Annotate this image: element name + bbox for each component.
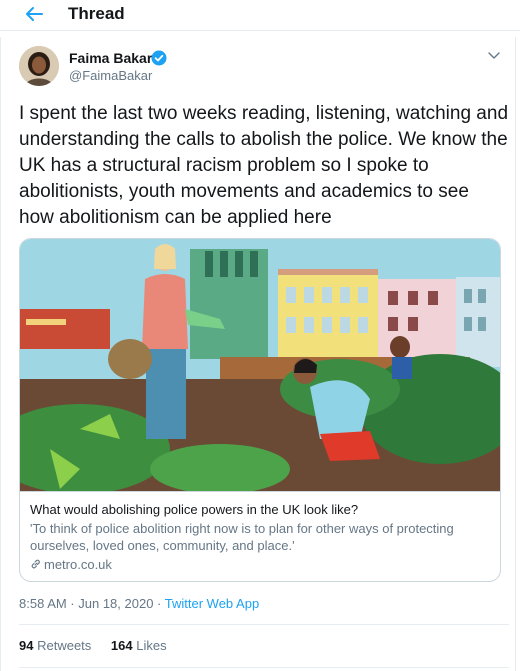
likes-label: Likes xyxy=(136,638,167,653)
link-icon xyxy=(31,559,40,569)
meta-separator: · xyxy=(153,596,165,611)
card-description: 'To think of police abolition right now … xyxy=(30,521,454,553)
divider xyxy=(19,667,509,668)
card-title: What would abolishing police powers in t… xyxy=(30,502,359,517)
author-name[interactable]: Faima Bakar xyxy=(69,49,152,67)
page: Thread Faima Bakar @FaimaBakar I spent t… xyxy=(0,0,520,671)
retweets-label: Retweets xyxy=(37,638,92,653)
avatar[interactable] xyxy=(19,46,59,86)
tweet: Faima Bakar @FaimaBakar I spent the last… xyxy=(0,37,516,671)
author-handle[interactable]: @FaimaBakar xyxy=(69,67,152,85)
divider xyxy=(19,624,509,625)
tweet-text: I spent the last two weeks reading, list… xyxy=(19,103,509,228)
page-title: Thread xyxy=(68,4,125,23)
likes-count: 164 xyxy=(110,638,133,653)
verified-badge-icon xyxy=(151,50,167,66)
retweets-count: 94 xyxy=(19,638,34,653)
tweet-timestamp[interactable]: 8:58 AM · Jun 18, 2020 xyxy=(19,596,153,611)
tweet-meta: 8:58 AM · Jun 18, 2020 · Twitter Web App xyxy=(19,595,259,613)
tweet-source[interactable]: Twitter Web App xyxy=(165,596,259,611)
link-card[interactable]: What would abolishing police powers in t… xyxy=(19,238,501,582)
arrow-left-icon[interactable] xyxy=(22,3,46,25)
card-illustration xyxy=(20,239,500,491)
card-domain: metro.co.uk xyxy=(44,557,112,572)
likes-stat[interactable]: 164 Likes xyxy=(111,637,167,655)
card-link[interactable]: metro.co.uk xyxy=(30,556,112,573)
chevron-down-icon[interactable] xyxy=(487,50,501,60)
thread-header: Thread xyxy=(0,0,520,31)
tweet-stats: 94 Retweets 164 Likes xyxy=(19,637,183,655)
card-body[interactable]: What would abolishing police powers in t… xyxy=(20,491,500,581)
retweets-stat[interactable]: 94 Retweets xyxy=(19,637,91,655)
